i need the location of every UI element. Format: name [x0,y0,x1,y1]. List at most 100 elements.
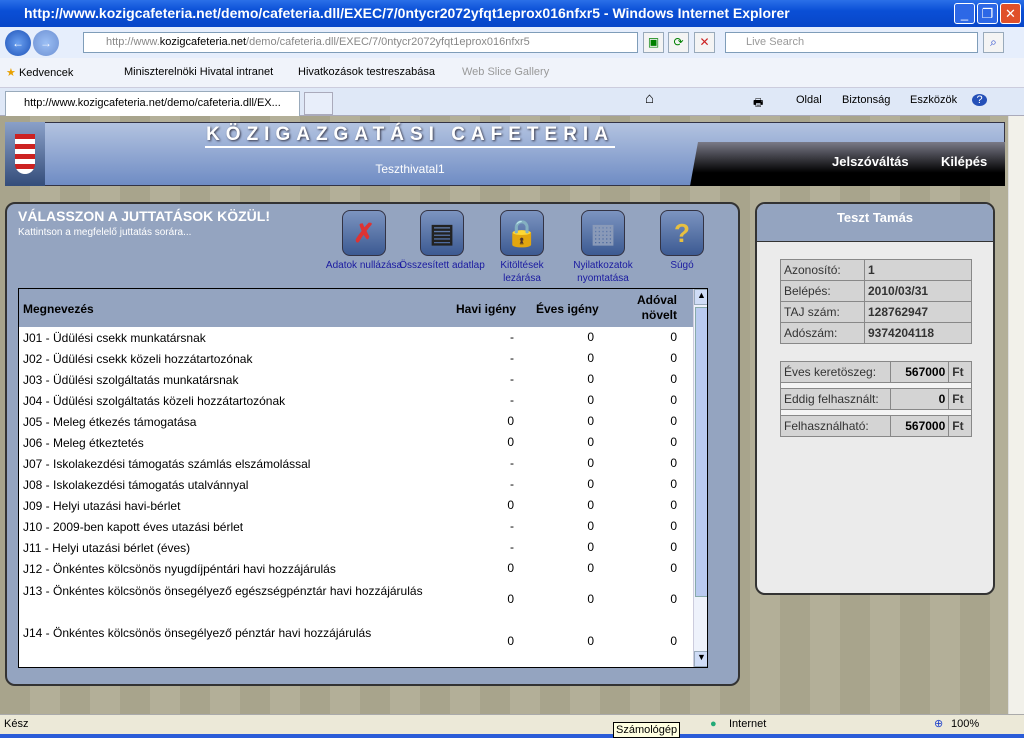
command-safety[interactable]: Biztonság [842,94,890,106]
col-taxed: Adóval növelt [636,293,677,322]
url-path: /demo/cafeteria.dll/EXEC/7/0ntycr2072yfq… [246,36,530,48]
new-tab-button[interactable] [304,92,333,115]
user-panel: Teszt Tamás Azonosító: 1 Belépés: 2010/03/… [755,202,995,595]
panel-title: VÁLASSZON A JUTTATÁSOK KÖZÜL! [18,208,270,224]
table-row[interactable]: J02 - Üdülési csekk közeli hozzátartozón… [19,348,693,369]
lock-icon[interactable]: 🔒 [500,210,544,256]
browser-tab[interactable]: http://www.kozigcafeteria.net/demo/cafet… [5,91,300,116]
command-tools[interactable]: Eszközök [910,94,957,106]
taxed-value: 0 [670,477,677,491]
app-title: KÖZIGAZGATÁSI CAFETERIA [205,124,615,148]
url-input[interactable]: http://www.kozigcafeteria.net/demo/cafet… [83,32,638,53]
scroll-up-icon[interactable]: ▲ [694,289,707,305]
print-icon[interactable]: 🖶 [753,94,763,113]
page-scrollbar[interactable] [1008,116,1024,714]
refresh-icon[interactable]: ⟳ [668,32,689,53]
logout-link[interactable]: Kilépés [941,154,987,169]
yearly-value: 0 [587,393,594,407]
zone-text: Internet [729,718,767,730]
coat-of-arms-logo [5,122,45,186]
forward-button[interactable]: → [33,30,59,56]
yearly-value: 0 [587,351,594,365]
change-password-link[interactable]: Jelszóváltás [832,154,909,169]
info-row: Belépés: 2010/03/31 [780,280,972,302]
monthly-value: - [510,456,514,470]
table-row[interactable]: J10 - 2009-ben kapott éves utazási bérle… [19,516,693,537]
monthly-value: 0 [507,414,514,428]
fav-item[interactable]: Web Slice Gallery [462,66,549,78]
taxed-value: 0 [670,634,677,648]
zoom-level[interactable]: 100% [951,715,979,734]
budget-row: Éves keretöszeg: 567000 Ft [780,361,972,383]
fav-item[interactable]: Hivatkozások testreszabása [298,66,435,78]
info-value: 1 [864,259,972,281]
taskbar [0,734,1024,738]
col-name: Megnevezés [23,302,94,316]
help-button[interactable]: Súgó [637,259,727,272]
reset-data-button[interactable]: Adatok nullázása [319,259,409,272]
compat-icon[interactable]: ▣ [643,32,664,53]
fav-item[interactable]: Miniszterelnöki Hivatal intranet [124,66,273,78]
yearly-value: 0 [587,634,594,648]
table-row[interactable]: J08 - Iskolakezdési támogatás utalvánnya… [19,474,693,495]
close-button[interactable]: ✕ [1000,3,1021,24]
search-icon[interactable]: ⌕ [983,32,1004,53]
help-icon[interactable]: ? [660,210,704,256]
close-entries-button[interactable]: Kitöltések lezárása [477,259,567,285]
taxed-value: 0 [670,519,677,533]
table-row[interactable]: J05 - Meleg étkezés támogatása 0 0 0 [19,411,693,432]
table-row[interactable]: J11 - Helyi utazási bérlet (éves) - 0 0 [19,537,693,558]
monthly-value: - [510,330,514,344]
stop-icon[interactable]: ✕ [694,32,715,53]
monthly-value: - [510,351,514,365]
zoom-icon[interactable]: ⊕ [934,715,943,734]
table-row[interactable]: J04 - Üdülési szolgáltatás közeli hozzát… [19,390,693,411]
favorites-button[interactable]: ★ Kedvencek [6,66,73,79]
printer-icon[interactable]: ▤ [420,210,464,256]
info-row: TAJ szám: 128762947 [780,301,972,323]
benefit-name: J15 - Foglalkoztatói nyugdíjszolgáltató … [23,667,443,668]
summary-sheet-button[interactable]: Összesített adatlap [397,259,487,272]
scroll-thumb[interactable] [695,307,707,597]
table-row[interactable]: J15 - Foglalkoztatói nyugdíjszolgáltató … [19,663,693,668]
budget-table: Éves keretöszeg: 567000 Ft Eddig felhaszná… [780,361,972,437]
monthly-value: 0 [507,561,514,575]
info-label: Belépés: [780,280,865,302]
budget-label: Eddig felhasznált: [780,388,891,410]
benefit-name: J13 - Önkéntes kölcsönös önsegélyező egé… [23,584,423,598]
panel-subtitle: Kattintson a megfelelő juttatás sorára..… [18,227,192,238]
table-row[interactable]: J14 - Önkéntes kölcsönös önsegélyező pén… [19,621,693,663]
table-row[interactable]: J13 - Önkéntes kölcsönös önsegélyező egé… [19,579,693,621]
table-row[interactable]: J09 - Helyi utazási havi-bérlet 0 0 0 [19,495,693,516]
info-label: TAJ szám: [780,301,865,323]
yearly-value: 0 [587,561,594,575]
table-row[interactable]: J06 - Meleg étkeztetés 0 0 0 [19,432,693,453]
url-domain: kozigcafeteria.net [159,36,247,48]
documents-icon[interactable]: ▦ [581,210,625,256]
home-icon[interactable]: ⌂ [645,90,654,107]
table-row[interactable]: J01 - Üdülési csekk munkatársnak - 0 0 [19,327,693,348]
benefit-name: J02 - Üdülési csekk közeli hozzátartozón… [23,352,253,366]
print-declarations-button[interactable]: Nyilatkozatok nyomtatása [558,259,648,285]
document-delete-icon[interactable]: ✗ [342,210,386,256]
table-row[interactable]: J12 - Önkéntes kölcsönös nyugdíjpéntári … [19,558,693,579]
budget-row: Felhasználható: 567000 Ft [780,415,972,437]
taxed-value: 0 [670,456,677,470]
back-button[interactable]: ← [5,30,31,56]
budget-value: 567000 [889,361,950,383]
info-row: Azonosító: 1 [780,259,972,281]
scroll-down-icon[interactable]: ▼ [694,651,707,667]
table-scrollbar[interactable]: ▲ ▼ [693,289,707,667]
user-name: Teszt Tamás [757,204,993,242]
help-icon[interactable]: ? [972,94,987,106]
command-page[interactable]: Oldal [796,94,822,106]
status-text: Kész [4,718,29,730]
search-input[interactable]: Live Search [725,32,978,53]
yearly-value: 0 [587,477,594,491]
currency: Ft [948,388,972,410]
table-row[interactable]: J03 - Üdülési szolgáltatás munkatársnak -… [19,369,693,390]
minimize-button[interactable]: _ [954,3,975,24]
yearly-value: 0 [587,414,594,428]
maximize-button[interactable]: ❐ [977,3,998,24]
table-row[interactable]: J07 - Iskolakezdési támogatás számlás el… [19,453,693,474]
